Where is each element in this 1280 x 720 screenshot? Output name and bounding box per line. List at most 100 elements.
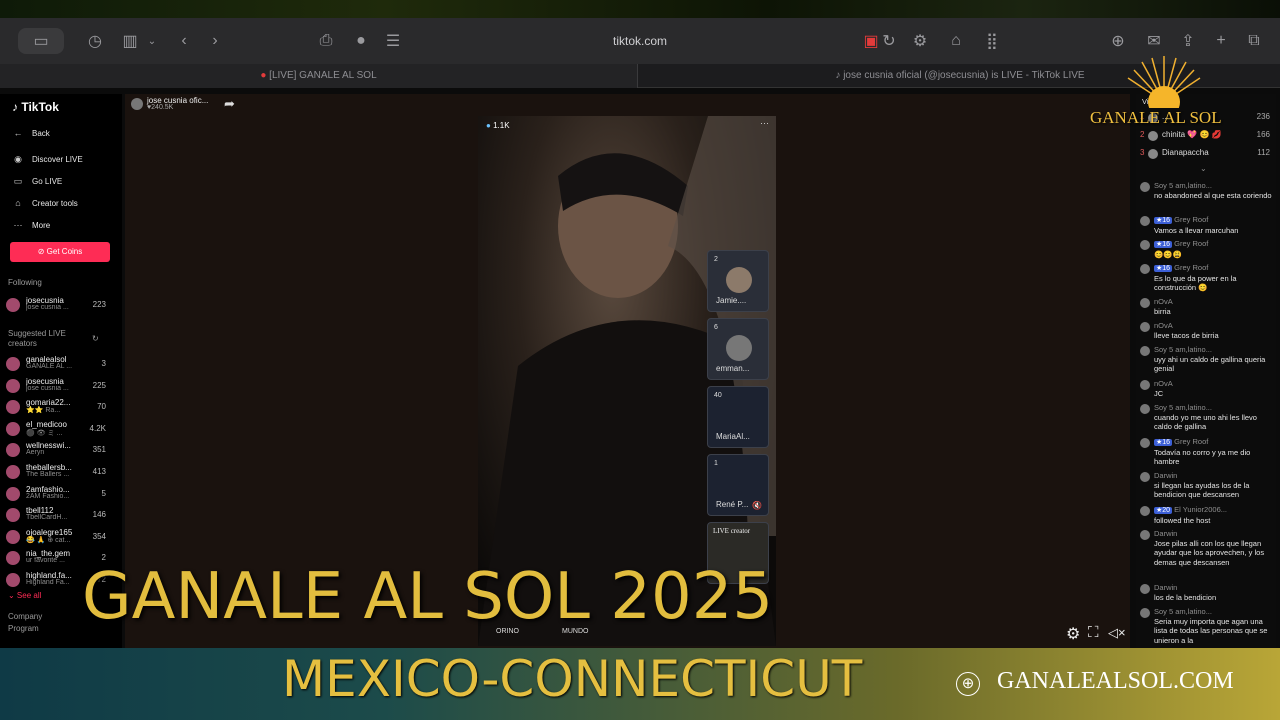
brand-wordmark: GANALE AL SOL (1090, 108, 1222, 127)
suggested-creator[interactable]: gomaria22... ⭐⭐ Ra... 70 (6, 397, 106, 417)
more-icon[interactable]: ⋯ (760, 118, 769, 129)
chat-message[interactable]: Soy 5 am,latino... cuando yo me uno ahi l… (1140, 403, 1272, 432)
volume-icon[interactable]: ◁× (1108, 625, 1126, 641)
chat-author: nOvA (1154, 379, 1173, 388)
avatar (6, 421, 20, 436)
chat-message[interactable]: Darwin si llegan las ayudas los de la ben… (1140, 471, 1272, 500)
suggested-creator[interactable]: wellnesswi... Aeryn 351 (6, 440, 106, 460)
refresh-icon[interactable]: ↻ (92, 334, 99, 343)
avatar (6, 508, 20, 523)
nav-creator-tools[interactable]: ⌂ Creator tools (12, 198, 78, 208)
user-nickname: jose cusnia ... (26, 304, 69, 311)
tiktok-logo[interactable]: ♪ TikTok (12, 100, 59, 114)
host-avatar[interactable] (131, 98, 143, 110)
download-icon[interactable]: ⊕ (1105, 28, 1131, 54)
print-icon[interactable]: ⎙ (313, 28, 339, 54)
chat-author: Soy 5 am,latino... (1154, 181, 1212, 190)
tab-ganale-live[interactable]: ● [LIVE] GANALE AL SOL (0, 64, 638, 88)
chat-message[interactable]: nOvA lleve tacos de birria (1140, 321, 1272, 340)
suggested-title: Suggested LIVE creators (8, 329, 66, 348)
viewer-count: 225 (92, 380, 106, 390)
viewer-rank: 2 (1140, 130, 1145, 139)
chat-message[interactable]: ★16 Grey Roof Todavía no corro y ya me di… (1140, 437, 1272, 467)
footer-company[interactable]: Company (8, 612, 42, 621)
avatar (6, 573, 20, 587)
new-tab-icon[interactable]: + (1208, 28, 1234, 54)
nav-discover-live[interactable]: ◉ Discover LIVE (12, 154, 83, 165)
share-icon[interactable]: ➦ (224, 96, 235, 112)
avatar (6, 443, 20, 458)
extension-icon[interactable]: ● (348, 28, 374, 54)
viewer-gifts: 112 (1257, 148, 1270, 157)
chat-message[interactable]: ★20 El Yunior2006... followed the host (1140, 505, 1272, 525)
nav-go-live[interactable]: ▭ Go LIVE (12, 176, 63, 187)
suggested-creator[interactable]: theballersb... The Ballers ... 413 (6, 462, 106, 482)
guest-tile[interactable]: 1 René P... 🔇 (707, 454, 769, 516)
chat-message[interactable]: Soy 5 am,latino... no abandoned al que es… (1140, 181, 1272, 200)
tabs-overview-icon[interactable]: ⧉ (1241, 28, 1267, 54)
guest-name: MariaAl... (716, 432, 750, 441)
address-bar[interactable]: tiktok.com (560, 30, 720, 52)
user-nickname: Highland Fa... (26, 579, 70, 586)
mail-icon[interactable]: ✉ (1141, 28, 1167, 54)
chevron-down-icon[interactable]: ⌄ (142, 28, 162, 54)
chevron-down-icon[interactable]: ⌄ (1200, 164, 1207, 173)
tab-label: jose cusnia oficial (@josecusnia) is LIV… (843, 70, 1085, 81)
grid-icon[interactable]: ⣿ (979, 28, 1005, 54)
footer-program[interactable]: Program (8, 624, 39, 633)
chat-message[interactable]: Darwin Jose pilas alli con los que llegan… (1140, 529, 1272, 567)
user-nickname: The Ballers ... (26, 471, 70, 478)
creator-label: LIVE creator (713, 527, 751, 535)
reload-icon[interactable]: ↻ (876, 28, 902, 54)
share-icon[interactable]: ⇪ (1175, 28, 1201, 54)
viewer-count: 413 (92, 467, 106, 476)
nav-more[interactable]: ⋯ More (12, 220, 51, 231)
chat-message[interactable]: ★16 Grey Roof Es lo que da power en la co… (1140, 263, 1272, 293)
chat-message[interactable]: ★16 Grey Roof 😊😊😩 (1140, 239, 1272, 259)
top-viewer-row[interactable]: 3 Dianapaccha 112 (1140, 148, 1270, 162)
chat-message[interactable]: nOvA JC (1140, 379, 1272, 398)
chat-text: no abandoned al que esta coriendo (1154, 190, 1272, 200)
settings-icon[interactable]: ⚙ (907, 28, 933, 54)
suggested-creator[interactable]: ojoalegre165 😂 🙏 ⊕ cat... 354 (6, 527, 106, 547)
profile-icon[interactable]: ▭ (18, 28, 64, 54)
get-coins-button[interactable]: ⊘ Get Coins (10, 242, 110, 262)
fullscreen-icon[interactable]: ⛶ (1088, 624, 1099, 641)
sidebar-icon[interactable]: ▥ (117, 28, 143, 54)
guest-tile[interactable]: 40 MariaAl... (707, 386, 769, 448)
reader-icon[interactable]: ☰ (380, 28, 406, 54)
level-badge: ★16 (1154, 217, 1173, 224)
sun-logo-icon (1127, 56, 1201, 108)
suggested-creator[interactable]: 2amfashio... 2AM Fashio... 5 (6, 484, 106, 504)
home-icon[interactable]: ⌂ (943, 28, 969, 54)
avatar (1140, 472, 1150, 482)
suggested-creator[interactable]: ganalealsol GANALE AL ... 3 (6, 354, 106, 374)
forward-icon[interactable]: › (202, 28, 228, 54)
history-icon[interactable]: ◷ (82, 28, 108, 54)
following-item[interactable]: josecusnia jose cusnia ... 223 (6, 295, 106, 315)
tiktok-icon: ♪ (12, 100, 18, 114)
nav-back[interactable]: ← Back (12, 128, 50, 138)
guest-tile[interactable]: 2 Jamie.... (707, 250, 769, 312)
suggested-creator[interactable]: josecusnia jose cusnia ... 225 (6, 376, 106, 396)
suggested-creator[interactable]: el_medicoo ⚫ 👁 ミ ... 4.2K (6, 419, 106, 439)
back-icon[interactable]: ‹ (171, 28, 197, 54)
chat-text: Es lo que da power en la construcción 😊 (1154, 273, 1237, 293)
chat-message[interactable]: Soy 5 am,latino... uyy ahi un caldo de ga… (1140, 345, 1272, 374)
chat-message[interactable]: Soy 5 am,latino... Seria muy importa que … (1140, 607, 1272, 645)
guest-tile[interactable]: 6 emman... (707, 318, 769, 380)
avatar (1140, 438, 1150, 448)
level-number: 16 (1162, 439, 1171, 446)
mute-icon: 🔇 (752, 501, 762, 510)
chat-text: Todavía no corro y ya me dio hambre (1154, 447, 1251, 467)
top-viewer-row[interactable]: 2 chinita 💖 😊 💋 166 (1140, 130, 1270, 144)
suggested-creator[interactable]: tbell112 TbellCardH... 146 (6, 505, 106, 525)
chat-message[interactable]: Darwin los de la bendicion (1140, 583, 1272, 602)
chat-message[interactable]: nOvA birria (1140, 297, 1272, 316)
settings-icon[interactable]: ⚙ (1066, 624, 1080, 644)
nav-label: Go LIVE (32, 177, 63, 186)
see-all-link[interactable]: ⌄ See all (8, 591, 41, 600)
chat-author: nOvA (1154, 297, 1173, 306)
chat-text: birria (1154, 306, 1171, 316)
chat-message[interactable]: ★16 Grey Roof Vamos a llevar marcuhan (1140, 215, 1272, 235)
